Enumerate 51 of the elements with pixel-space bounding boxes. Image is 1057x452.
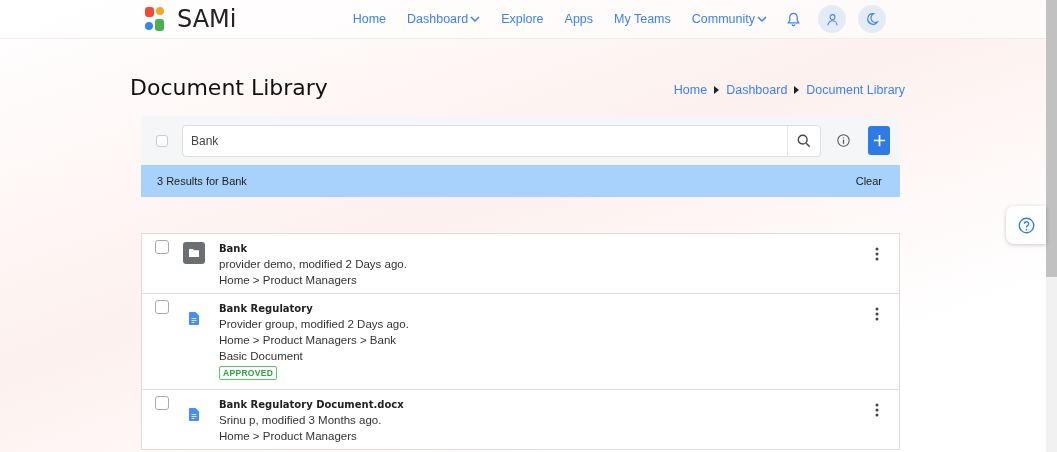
- clear-link[interactable]: Clear: [855, 175, 882, 187]
- nav-link[interactable]: My Teams: [614, 12, 671, 26]
- more-options-icon[interactable]: [875, 247, 879, 261]
- document-title[interactable]: Bank Regulatory: [219, 301, 313, 316]
- results-summary: 3 Results for Bank: [157, 175, 247, 187]
- logo-icon: [145, 7, 165, 31]
- row-checkbox[interactable]: [155, 396, 169, 410]
- info-icon[interactable]: [837, 134, 850, 147]
- status-tag: APPROVED: [219, 366, 278, 380]
- notification-bell-icon[interactable]: [786, 11, 801, 27]
- add-button[interactable]: [868, 126, 890, 155]
- document-icon: [189, 312, 199, 325]
- brand-name[interactable]: SAMi: [177, 5, 237, 33]
- more-options-icon[interactable]: [875, 307, 879, 321]
- moon-icon[interactable]: [865, 12, 879, 26]
- document-title[interactable]: Bank Regulatory Document.docx: [219, 397, 404, 412]
- breadcrumb-separator-icon: [794, 86, 800, 94]
- row-checkbox[interactable]: [155, 300, 169, 314]
- row-checkbox[interactable]: [155, 240, 169, 254]
- document-detail: provider demo, modified 2 Days ago.: [219, 257, 407, 272]
- document-icon: [189, 408, 199, 421]
- folder-icon: [183, 242, 205, 264]
- nav-link[interactable]: Dashboard: [407, 12, 481, 26]
- dark-mode-button[interactable]: [858, 5, 886, 33]
- document-detail: Home > Product Managers: [219, 429, 357, 444]
- nav-link[interactable]: Community: [691, 12, 767, 26]
- help-icon[interactable]: [1017, 216, 1035, 234]
- document-detail: Provider group, modified 2 Days ago.: [219, 317, 409, 332]
- nav-link[interactable]: Explore: [501, 12, 544, 26]
- plus-icon[interactable]: [871, 133, 887, 148]
- document-detail: Home > Product Managers: [219, 273, 357, 288]
- document-row[interactable]: Bank Regulatory Provider group, modified 2 Days ago. Home > Product Managers > Bank Basic Document APPROVED: [142, 294, 899, 390]
- more-options-icon[interactable]: [875, 403, 879, 417]
- document-detail: Home > Product Managers > Bank: [219, 333, 397, 348]
- search-icon[interactable]: [797, 133, 811, 148]
- caret-icon[interactable]: [470, 16, 481, 22]
- profile-button[interactable]: [818, 5, 846, 33]
- document-detail: Srinu p, modified 3 Months ago.: [219, 413, 382, 428]
- document-title[interactable]: Bank: [219, 241, 248, 256]
- page-title: Document Library: [130, 74, 328, 100]
- select-all-checkbox[interactable]: [156, 134, 168, 147]
- breadcrumb-separator-icon: [714, 86, 720, 94]
- document-row[interactable]: Bank provider demo, modified 2 Days ago. Home > Product Managers: [142, 234, 899, 294]
- nav-link[interactable]: Home: [352, 12, 386, 26]
- document-detail: Basic Document: [219, 349, 303, 364]
- nav-link[interactable]: Apps: [564, 12, 594, 26]
- scrollbar[interactable]: [1046, 0, 1057, 452]
- caret-icon[interactable]: [757, 16, 767, 22]
- help-button[interactable]: [1006, 206, 1046, 244]
- document-row[interactable]: Bank Regulatory Document.docx Srinu p, modified 3 Months ago. Home > Product Managers: [142, 390, 899, 450]
- user-icon[interactable]: [825, 12, 839, 26]
